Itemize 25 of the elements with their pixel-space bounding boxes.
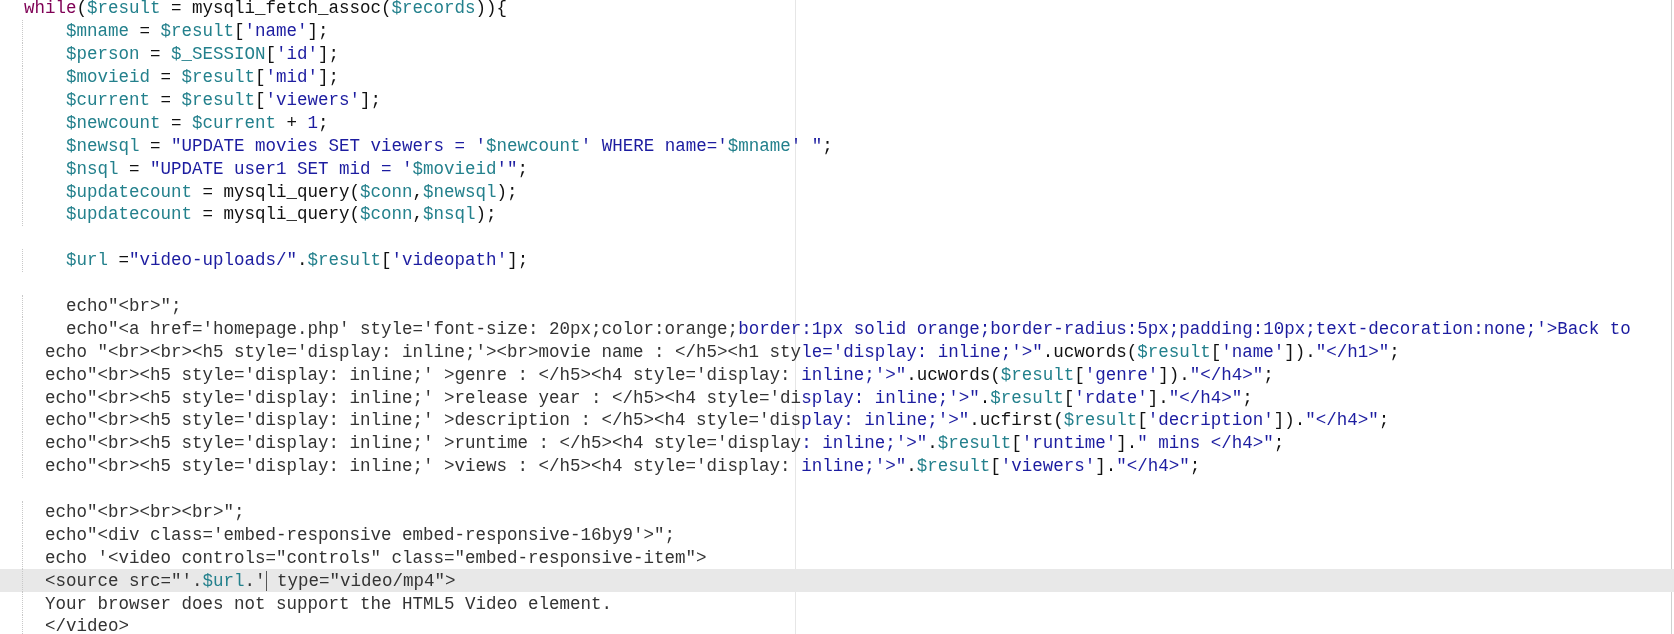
code-line: $newcount = $current + 1; bbox=[65, 111, 329, 134]
code-line: </video> bbox=[44, 615, 130, 634]
code-line: $movieid = $result['mid']; bbox=[65, 66, 340, 89]
code-line: while($result = mysqli_fetch_assoc($records)){ bbox=[24, 0, 508, 20]
code-line: $url ="video-uploads/".$result['videopath']; bbox=[65, 249, 529, 272]
code-line: echo"<br><h5 style='display: inline;' >release year : </h5><h4 style='display: inline;'>".$result['rdate']."</h4>"; bbox=[44, 386, 1253, 409]
code-line: echo"<br><h5 style='display: inline;' >views : </h5><h4 style='display: inline;'>".$result['viewers']."</h4>"; bbox=[44, 455, 1201, 478]
code-line: echo"<a href='homepage.php' style='font-size: 20px;color:orange;border:1px solid orange;border-radius:5px;padding:10px;text-decoration:none;'>Back to bbox=[65, 317, 1631, 340]
code-line: $person = $_SESSION['id']; bbox=[65, 43, 340, 66]
code-line: $newsql = "UPDATE movies SET viewers = '$newcount' WHERE name='$mname' "; bbox=[65, 134, 833, 157]
code-line: echo"<br>"; bbox=[65, 295, 182, 317]
code-line: echo"<div class='embed-responsive embed-responsive-16by9'>"; bbox=[44, 523, 676, 546]
code-line: $nsql = "UPDATE user1 SET mid = '$movieid'"; bbox=[65, 157, 529, 180]
code-line: echo"<br><h5 style='display: inline;' >genre : </h5><h4 style='display: inline;'>".ucwords($result['genre'])."</h4>"; bbox=[44, 363, 1274, 386]
code-line: $mname = $result['name']; bbox=[65, 20, 329, 43]
code-line: echo"<br><br><br>"; bbox=[44, 501, 245, 524]
code-line: echo"<br><h5 style='display: inline;' >runtime : </h5><h4 style='display: inline;'>".$result['runtime']." mins </h4>"; bbox=[44, 432, 1285, 455]
code-line: $current = $result['viewers']; bbox=[65, 89, 382, 111]
code-line: echo "<br><br><h5 style='display: inline;'><br>movie name : </h5><h1 style='display: inline;'>".ucwords($result['name'])."</h1>"; bbox=[44, 340, 1400, 363]
code-line: $updatecount = mysqli_query($conn,$newsql); bbox=[65, 180, 518, 203]
code-line: $updatecount = mysqli_query($conn,$nsql); bbox=[65, 203, 497, 226]
code-line: echo"<br><h5 style='display: inline;' >description : </h5><h4 style='display: inline;'>".ucfirst($result['decription'])."</h4>"; bbox=[44, 409, 1390, 432]
code-line: <source src="'.$url.' type="video/mp4"> bbox=[44, 569, 456, 592]
code-line: echo '<video controls="controls" class="embed-responsive-item"> bbox=[44, 546, 707, 569]
code-line: Your browser does not support the HTML5 Video element. bbox=[44, 592, 613, 615]
